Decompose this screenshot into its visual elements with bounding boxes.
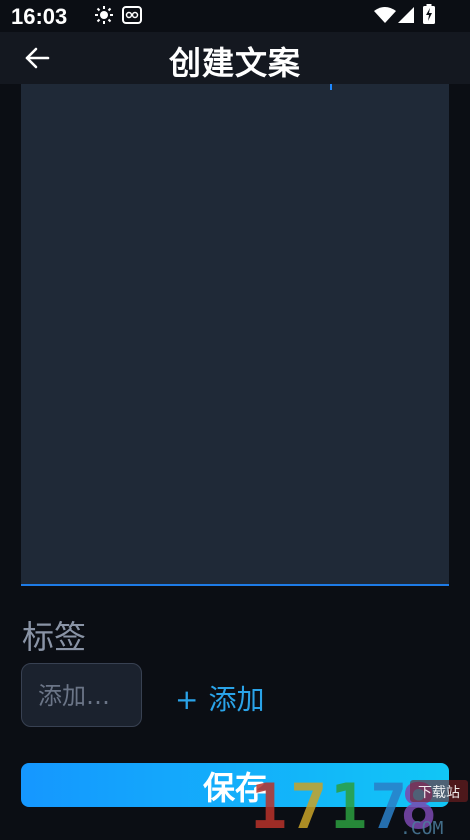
save-button[interactable]: 保存 [21, 763, 449, 807]
save-button-label: 保存 [202, 769, 267, 807]
notification-app-icon [122, 6, 142, 28]
status-time: 16:03 [11, 4, 68, 29]
tag-input[interactable]: 添加… [21, 663, 142, 727]
signal-icon [398, 7, 414, 27]
content-text-area[interactable] [21, 84, 449, 586]
page-title: 创建文案 [168, 44, 301, 82]
text-cursor [330, 84, 332, 90]
svg-text:.COM: .COM [400, 818, 444, 836]
tags-label: 标签 [22, 618, 87, 656]
battery-icon [423, 4, 435, 28]
plus-icon: + [175, 683, 199, 716]
wifi-icon [374, 7, 396, 27]
add-tag-label: 添加 [208, 683, 265, 716]
app-bar: 创建文案 [0, 32, 470, 84]
status-bar: 16:03 [0, 0, 470, 32]
add-tag-button[interactable]: + 添加 [175, 678, 264, 718]
weather-sun-icon [95, 6, 113, 28]
